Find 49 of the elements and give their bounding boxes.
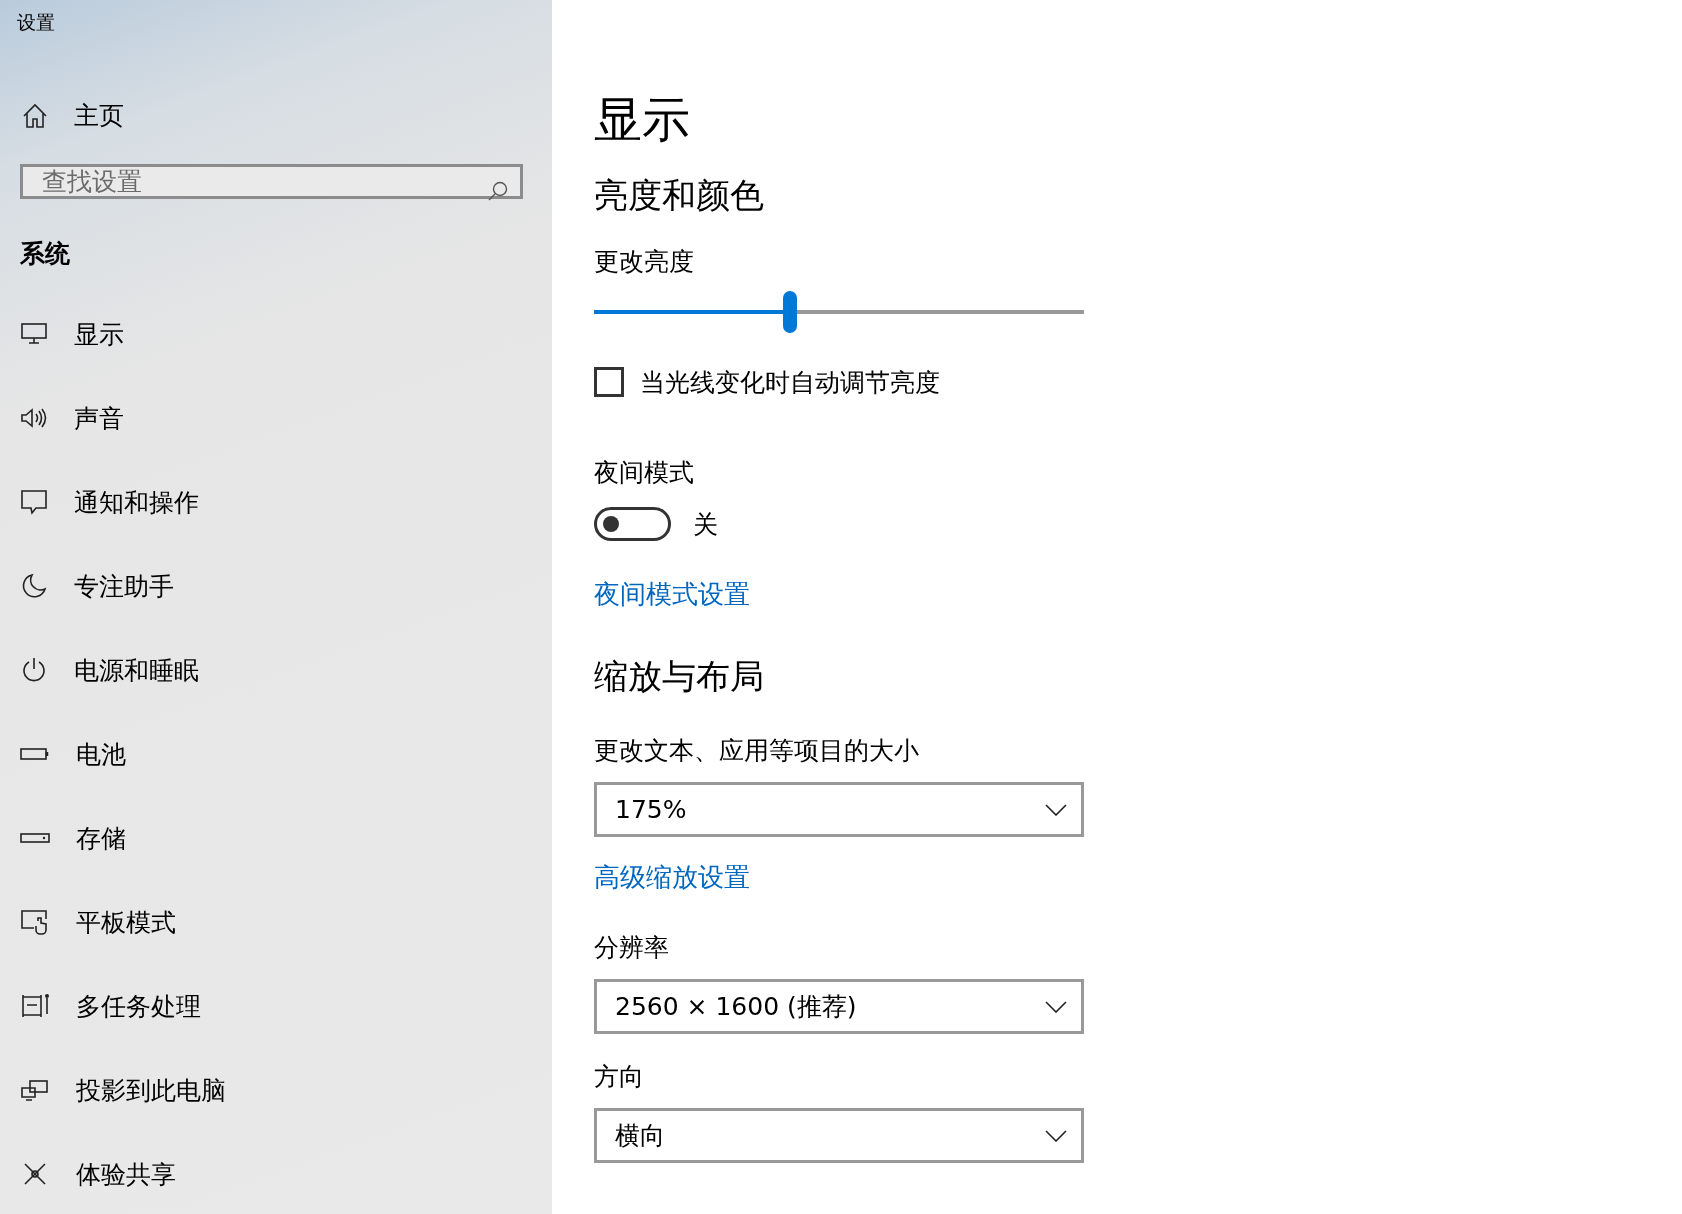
- home-link[interactable]: 主页: [0, 99, 552, 132]
- settings-link[interactable]: 高级缩放设置: [594, 859, 750, 895]
- tablet-touch-icon: [20, 908, 50, 936]
- slider-thumb[interactable]: [783, 291, 797, 333]
- battery-icon: [20, 747, 50, 761]
- slider-label: 更改亮度: [594, 245, 695, 278]
- drive-icon: [20, 832, 50, 844]
- power-icon: [20, 656, 48, 684]
- sidebar-item[interactable]: 声音: [0, 376, 552, 460]
- section-heading: 系统: [19, 238, 71, 270]
- multitask-icon: [20, 992, 50, 1020]
- monitor-icon: [20, 322, 48, 346]
- field-label: 分辨率: [594, 931, 670, 964]
- section-heading: 亮度和颜色: [594, 174, 765, 217]
- sidebar-item[interactable]: 平板模式: [0, 880, 552, 964]
- chevron-down-icon: [1045, 803, 1067, 816]
- sidebar-item[interactable]: 专注助手: [0, 544, 552, 628]
- sidebar-item[interactable]: 显示: [0, 292, 552, 376]
- section-heading: 缩放与布局: [594, 655, 765, 698]
- dropdown[interactable]: 横向: [594, 1108, 1084, 1163]
- brightness-slider[interactable]: [594, 291, 1084, 333]
- moon-icon: [20, 572, 48, 600]
- sidebar-item[interactable]: 存储: [0, 796, 552, 880]
- sidebar-item[interactable]: 电池: [0, 712, 552, 796]
- search-icon: [487, 180, 509, 202]
- search-field[interactable]: 查找设置: [20, 164, 523, 199]
- chevron-down-icon: [1045, 1000, 1067, 1013]
- dropdown[interactable]: 175%: [594, 782, 1084, 837]
- sidebar-item[interactable]: 体验共享: [0, 1132, 552, 1214]
- toggle-label: 夜间模式: [594, 456, 695, 489]
- sidebar-item[interactable]: 多任务处理: [0, 964, 552, 1048]
- sidebar-item[interactable]: 投影到此电脑: [0, 1048, 552, 1132]
- sidebar-item[interactable]: 通知和操作: [0, 460, 552, 544]
- toggle-switch[interactable]: [594, 507, 671, 541]
- message-icon: [20, 489, 48, 515]
- sidebar-item[interactable]: 电源和睡眠: [0, 628, 552, 712]
- page-title: 显示: [594, 90, 691, 149]
- toggle-state: 关: [693, 508, 718, 541]
- projection-icon: [20, 1078, 50, 1102]
- checkbox[interactable]: [594, 367, 624, 397]
- dropdown[interactable]: 2560 × 1600 (推荐): [594, 979, 1084, 1034]
- speaker-icon: [20, 406, 48, 430]
- field-label: 方向: [594, 1060, 645, 1093]
- field-label: 更改文本、应用等项目的大小: [594, 734, 920, 767]
- chevron-down-icon: [1045, 1129, 1067, 1142]
- settings-link[interactable]: 夜间模式设置: [594, 576, 750, 612]
- checkbox-label: 当光线变化时自动调节亮度: [640, 366, 940, 399]
- home-icon: [22, 102, 48, 129]
- window-title: 设置: [16, 10, 56, 35]
